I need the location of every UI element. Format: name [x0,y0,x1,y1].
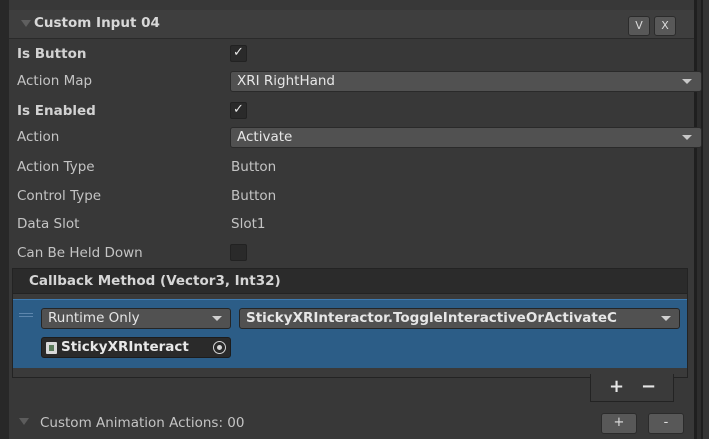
v-button[interactable]: V [628,16,650,36]
callback-list: Runtime Only StickyXRInteractor.ToggleIn… [12,294,688,378]
callback-footer: + − [590,374,674,402]
action-type-value: Button [231,159,277,175]
object-picker-icon[interactable] [213,341,226,354]
add-callback-button[interactable]: + [609,376,624,397]
runtime-mode-value: Runtime Only [48,310,140,326]
control-type-value: Button [231,188,277,204]
data-slot-label: Data Slot [17,216,80,232]
drag-handle-icon[interactable] [19,313,33,319]
add-animation-button[interactable]: + [601,413,637,434]
check-icon: ✓ [233,102,244,117]
x-button[interactable]: X [654,16,676,36]
remove-animation-button[interactable]: - [648,413,684,434]
custom-input-title: Custom Input 04 [34,15,160,31]
method-dropdown[interactable]: StickyXRInteractor.ToggleInteractiveOrAc… [239,308,680,329]
is-button-checkbox[interactable]: ✓ [230,45,247,62]
chevron-down-icon [212,316,222,321]
target-object-field[interactable]: StickyXRInteract [41,337,231,358]
foldout-arrow-icon[interactable] [21,20,31,27]
remove-callback-button[interactable]: − [641,376,656,397]
script-icon [46,342,57,354]
data-slot-value: Slot1 [231,216,266,232]
action-map-dropdown[interactable]: XRI RightHand [230,71,702,92]
action-dropdown[interactable]: Activate [230,127,702,148]
can-be-held-down-label: Can Be Held Down [17,245,143,261]
is-enabled-checkbox[interactable]: ✓ [230,102,247,119]
action-map-value: XRI RightHand [237,73,336,89]
runtime-mode-dropdown[interactable]: Runtime Only [41,308,231,329]
chevron-down-icon [682,135,692,140]
method-value: StickyXRInteractor.ToggleInteractiveOrAc… [246,310,617,326]
action-label: Action [17,129,60,145]
callback-title: Callback Method (Vector3, Int32) [29,273,281,289]
callback-header: Callback Method (Vector3, Int32) [12,268,688,294]
check-icon: ✓ [233,45,244,60]
custom-animation-actions-row: Custom Animation Actions: 00 + - [9,410,694,436]
callback-entry[interactable]: Runtime Only StickyXRInteractor.ToggleIn… [13,299,687,368]
chevron-down-icon [661,316,671,321]
custom-input-header[interactable]: Custom Input 04 V X [9,10,694,39]
chevron-down-icon [682,79,692,84]
control-type-label: Control Type [17,188,102,204]
is-button-label: Is Button [17,46,87,62]
is-enabled-label: Is Enabled [17,103,96,119]
scrollbar[interactable] [703,0,709,439]
action-map-label: Action Map [17,73,93,89]
action-type-label: Action Type [17,159,95,175]
target-object-value: StickyXRInteract [61,339,189,355]
can-be-held-down-checkbox[interactable] [230,244,247,261]
action-value: Activate [237,129,293,145]
foldout-arrow-icon[interactable] [19,418,29,425]
custom-animation-actions-label: Custom Animation Actions: 00 [40,415,245,431]
